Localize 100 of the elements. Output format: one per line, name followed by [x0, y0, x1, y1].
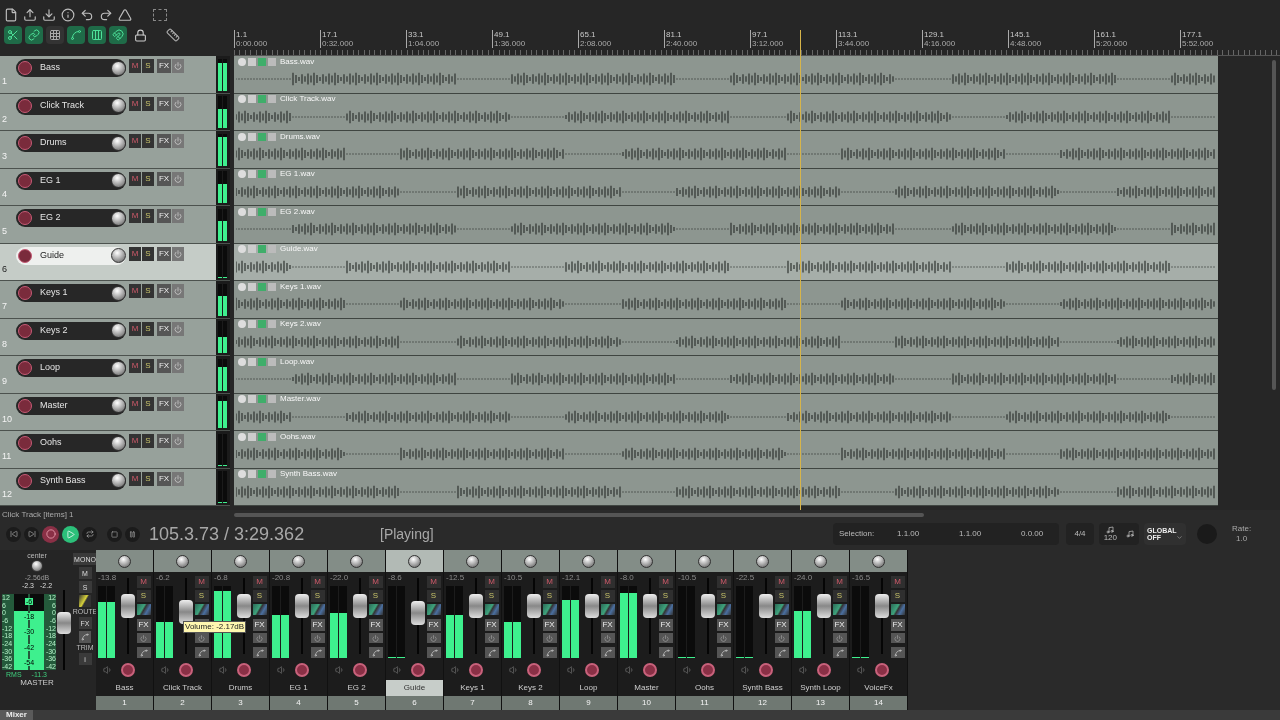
record-arm-button[interactable]: [18, 286, 32, 300]
toggle-button[interactable]: [4, 26, 22, 44]
track-header[interactable]: 6 Guide M S FX: [0, 243, 230, 281]
route-button[interactable]: [368, 604, 383, 615]
solo-button[interactable]: S: [142, 284, 154, 298]
fx-bypass-button[interactable]: [136, 633, 151, 643]
solo-button[interactable]: S: [142, 434, 154, 448]
lock-icon[interactable]: [134, 28, 147, 42]
mute-button[interactable]: M: [368, 576, 383, 588]
solo-button[interactable]: S: [832, 590, 847, 602]
track-name-field[interactable]: Drums: [16, 134, 126, 152]
fader-handle[interactable]: [469, 593, 483, 618]
mute-button[interactable]: M: [832, 576, 847, 588]
volume-knob[interactable]: [111, 135, 126, 151]
mute-button[interactable]: M: [136, 576, 151, 588]
fx-button[interactable]: FX: [157, 321, 171, 336]
fx-button[interactable]: FX: [774, 619, 789, 631]
track-header[interactable]: 11 Oohs M S FX: [0, 431, 230, 469]
track-header[interactable]: 3 Drums M S FX: [0, 131, 230, 169]
record-arm-button[interactable]: [121, 663, 135, 677]
fx-bypass-button[interactable]: [484, 633, 499, 643]
envelope-button[interactable]: [600, 647, 615, 658]
route-button[interactable]: [600, 604, 615, 615]
record-arm-button[interactable]: [18, 173, 32, 188]
fx-bypass-button[interactable]: [310, 633, 325, 643]
fx-button[interactable]: FX: [310, 619, 325, 631]
toggle-button[interactable]: [109, 26, 127, 44]
route-button[interactable]: [774, 604, 789, 615]
track-header[interactable]: 8 Keys 2 M S FX: [0, 318, 230, 356]
record-arm-button[interactable]: [353, 663, 367, 677]
envelope-button[interactable]: [136, 647, 151, 658]
fader-handle[interactable]: [759, 593, 773, 618]
record-arm-button[interactable]: [759, 663, 773, 677]
record-arm-button[interactable]: [527, 663, 541, 677]
fx-button[interactable]: FX: [890, 619, 905, 631]
solo-button[interactable]: S: [774, 590, 789, 602]
route-button[interactable]: [542, 604, 557, 615]
record-arm-button[interactable]: [18, 248, 32, 263]
pan-knob[interactable]: [350, 554, 363, 568]
pan-knob[interactable]: [118, 554, 131, 568]
record-arm-button[interactable]: [469, 663, 483, 677]
fx-button[interactable]: FX: [157, 134, 171, 148]
mute-button[interactable]: M: [426, 576, 441, 588]
fader-handle[interactable]: [701, 593, 715, 618]
solo-button[interactable]: S: [142, 471, 154, 486]
envelope-button[interactable]: [484, 647, 499, 658]
toggle-button[interactable]: [46, 26, 64, 44]
pan-knob[interactable]: [234, 554, 247, 568]
fx-button[interactable]: FX: [157, 471, 171, 486]
pause-button[interactable]: [125, 526, 140, 542]
solo-button[interactable]: S: [368, 590, 383, 602]
track-name-field[interactable]: Oohs: [16, 434, 126, 452]
solo-button[interactable]: S: [890, 590, 905, 602]
volume-knob[interactable]: [111, 173, 126, 188]
solo-button[interactable]: S: [142, 359, 154, 373]
solo-button[interactable]: S: [142, 96, 154, 111]
record-arm-button[interactable]: [18, 211, 32, 225]
envelope-button[interactable]: [716, 647, 731, 658]
grid-square-icon[interactable]: [153, 9, 167, 21]
pan-knob[interactable]: [408, 554, 421, 568]
volume-knob[interactable]: [111, 60, 126, 76]
toggle-button[interactable]: [25, 26, 43, 44]
go-to-start-button[interactable]: [6, 526, 21, 542]
mute-button[interactable]: M: [310, 576, 325, 588]
route-button[interactable]: [79, 595, 91, 607]
mute-button[interactable]: M: [252, 576, 267, 588]
fx-button[interactable]: FX: [832, 619, 847, 631]
download-icon[interactable]: [42, 8, 56, 22]
go-to-end-button[interactable]: [24, 526, 39, 542]
selection-end[interactable]: 1.1.00: [959, 528, 1021, 540]
fx-bypass-button[interactable]: [368, 633, 383, 643]
fader-handle[interactable]: [585, 593, 599, 618]
solo-button[interactable]: S: [142, 134, 154, 148]
pan-knob[interactable]: [872, 554, 885, 568]
time-signature[interactable]: 4/4: [1066, 523, 1094, 545]
toggle-button[interactable]: [88, 26, 106, 44]
fader-handle[interactable]: [643, 593, 657, 618]
pan-knob[interactable]: [524, 554, 537, 568]
pan-knob[interactable]: [756, 554, 769, 568]
envelope-button[interactable]: [658, 647, 673, 658]
fx-button[interactable]: FX: [157, 359, 171, 373]
route-button[interactable]: [658, 604, 673, 615]
route-button[interactable]: [310, 604, 325, 615]
track-header[interactable]: 10 Master M S FX: [0, 393, 230, 431]
mute-button[interactable]: M: [484, 576, 499, 588]
fx-bypass-button[interactable]: [194, 633, 209, 643]
record-arm-button[interactable]: [18, 61, 32, 75]
fx-button[interactable]: FX: [157, 209, 171, 223]
pan-knob[interactable]: [814, 554, 827, 568]
record-arm-button[interactable]: [701, 663, 715, 677]
fx-bypass-button[interactable]: [832, 633, 847, 643]
track-header[interactable]: 1 Bass M S FX: [0, 56, 230, 94]
fx-button[interactable]: FX: [716, 619, 731, 631]
fx-bypass-button[interactable]: [774, 633, 789, 643]
record-arm-button[interactable]: [295, 663, 309, 677]
fader-handle[interactable]: [875, 593, 889, 618]
solo-button[interactable]: S: [426, 590, 441, 602]
horizontal-scrollbar[interactable]: [234, 513, 924, 517]
envelope-button[interactable]: [426, 647, 441, 658]
solo-button[interactable]: S: [142, 321, 154, 336]
